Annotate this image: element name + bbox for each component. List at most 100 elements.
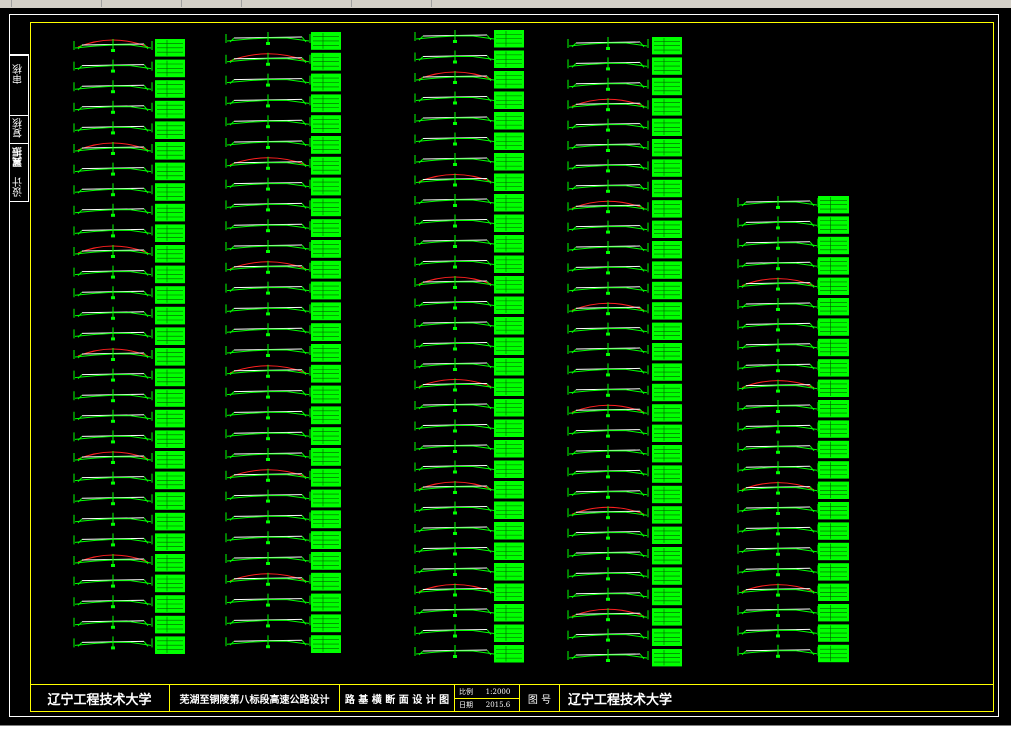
title-block: 辽宁工程技术大学 芜湖至铜陵第八标段高速公路设计 路 基 横 断 面 设 计 图… [30, 684, 994, 712]
column-4-section [567, 404, 682, 422]
column-1-section [73, 265, 185, 284]
column-3-section [414, 255, 524, 273]
column-1-section [73, 348, 185, 366]
column-5-section [737, 216, 849, 234]
column-2-section [225, 593, 341, 612]
column-1-section [73, 636, 185, 654]
column-4-section [567, 77, 682, 96]
column-3-section [414, 30, 524, 48]
column-5-section [737, 461, 849, 479]
column-4-section [567, 322, 682, 340]
column-1-section [73, 286, 185, 304]
column-4-section [567, 424, 682, 442]
column-5-section [737, 236, 849, 255]
column-5-section [737, 277, 849, 295]
column-3-section [414, 235, 524, 253]
column-4-section [567, 485, 682, 504]
column-3-section [414, 132, 524, 150]
column-2-section [225, 489, 341, 508]
column-3-section [414, 624, 524, 642]
column-3-section [414, 645, 524, 663]
column-4-section [567, 506, 682, 524]
column-2-section [225, 406, 341, 425]
column-4-section [567, 57, 682, 75]
column-1-section [73, 430, 185, 448]
column-3-section [414, 399, 524, 417]
column-2-section [225, 614, 341, 633]
column-1-section [73, 245, 185, 263]
column-5-section [737, 359, 849, 377]
column-2-section [225, 136, 341, 154]
column-4-section [567, 465, 682, 483]
column-4-section [567, 200, 682, 218]
column-3-section [414, 522, 524, 540]
column-5-section [737, 420, 849, 438]
column-5-section [737, 481, 849, 499]
column-2-section [225, 177, 341, 196]
layer-icon[interactable] [340, 0, 352, 7]
column-4-section [567, 98, 682, 116]
column-2-section [225, 198, 341, 217]
file-icon[interactable] [0, 0, 12, 7]
column-3-section [414, 50, 524, 68]
column-1-section [73, 512, 185, 531]
pan-icon[interactable] [230, 0, 242, 7]
column-1-section [73, 59, 185, 78]
column-3-section [414, 276, 524, 294]
column-5-section [737, 563, 849, 581]
column-1-section [73, 368, 185, 387]
column-1-section [73, 306, 185, 325]
column-5-section [737, 196, 849, 214]
column-4-section [567, 628, 682, 646]
date-label: 日期 [459, 700, 473, 709]
column-1-section [73, 224, 185, 242]
column-3-section [414, 563, 524, 581]
column-4-section [567, 547, 682, 565]
column-3-section [414, 378, 524, 396]
column-4-section [567, 383, 682, 402]
column-5-section [737, 400, 849, 418]
column-4-section [567, 526, 682, 544]
print-icon[interactable] [90, 0, 102, 7]
column-4-section [567, 363, 682, 381]
column-1-section [73, 142, 185, 160]
column-1-section [73, 595, 185, 613]
column-1-section [73, 409, 185, 428]
column-5-section [737, 502, 849, 520]
column-1-section [73, 327, 185, 345]
university-name: 辽宁工程技术大学 [30, 685, 170, 712]
column-4-section [567, 567, 682, 585]
column-5-section [737, 257, 849, 275]
column-1-section [73, 100, 185, 119]
column-3-section [414, 296, 524, 314]
column-5-section [737, 624, 849, 642]
column-2-section [225, 323, 341, 341]
column-4-section [567, 649, 682, 667]
column-2-section [225, 240, 341, 258]
column-2-section [225, 448, 341, 466]
column-2-section [225, 468, 341, 487]
column-2-section [225, 260, 341, 279]
column-1-section [73, 203, 185, 222]
column-3-section [414, 583, 524, 601]
column-5-section [737, 338, 849, 357]
column-5-section [737, 318, 849, 336]
properties-icon[interactable] [420, 0, 432, 7]
column-4-section [567, 220, 682, 238]
zoom-icon[interactable] [170, 0, 182, 7]
column-3-section [414, 71, 524, 89]
date-row: 日期 2015.6 [455, 698, 519, 711]
column-4-section [567, 139, 682, 157]
column-3-section [414, 604, 524, 622]
column-1-section [73, 162, 185, 181]
column-5-section [737, 379, 849, 397]
column-3-section [414, 419, 524, 437]
project-name: 芜湖至铜陵第八标段高速公路设计 [170, 685, 340, 712]
column-1-section [73, 492, 185, 510]
column-3-section [414, 173, 524, 191]
column-1-section [73, 121, 185, 139]
scale-value: 1:2000 [485, 687, 511, 696]
column-5-section [737, 583, 849, 601]
university-name-right: 辽宁工程技术大学 [568, 693, 673, 708]
column-3-section [414, 440, 524, 458]
